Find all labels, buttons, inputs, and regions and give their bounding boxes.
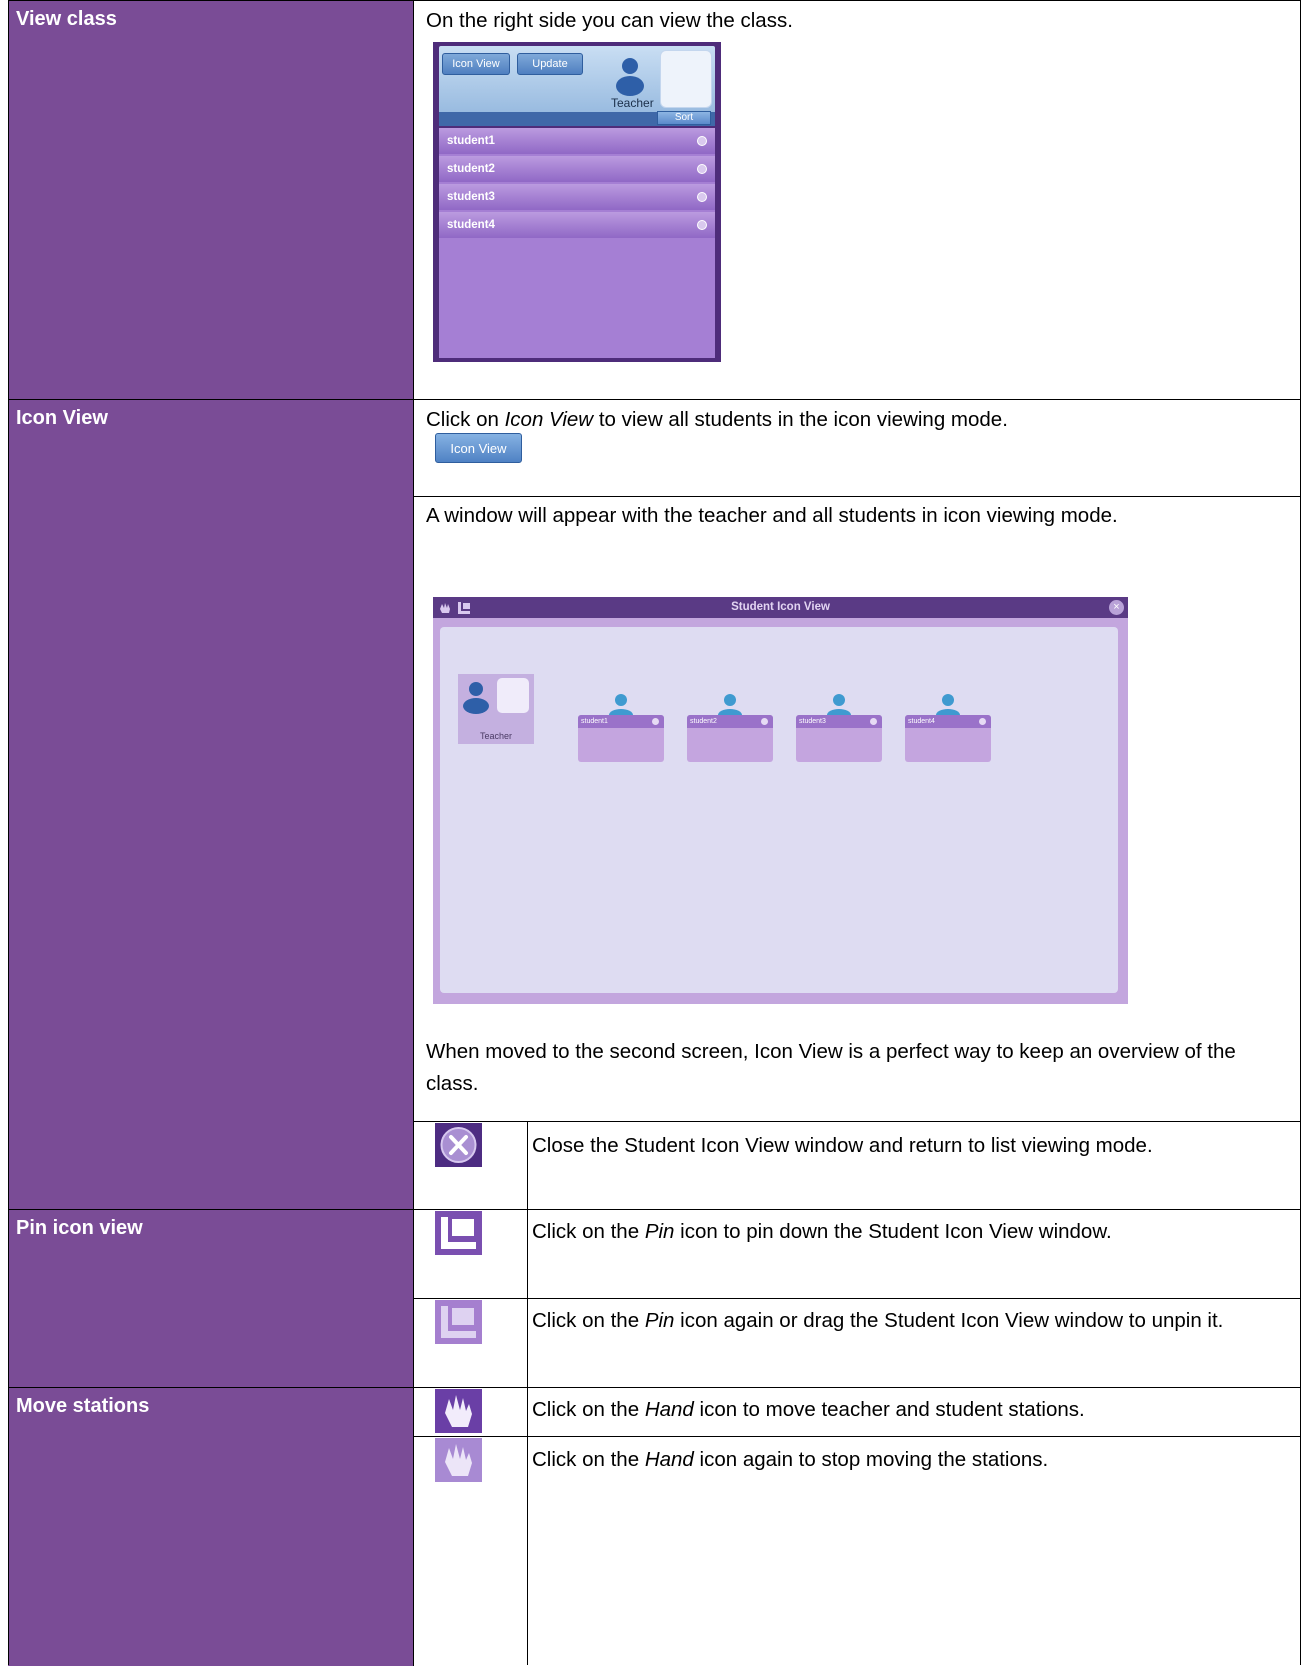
sort-bar: Sort bbox=[439, 111, 715, 126]
teacher-label: Teacher bbox=[611, 96, 654, 110]
icon-view-text: Click on Icon View to view all students … bbox=[426, 408, 1008, 431]
divider bbox=[414, 1298, 1301, 1299]
arrow-icon[interactable] bbox=[697, 164, 707, 174]
pin-icon[interactable] bbox=[435, 1300, 482, 1344]
update-button[interactable]: Update bbox=[517, 53, 583, 75]
close-icon[interactable]: × bbox=[1109, 600, 1124, 615]
teacher-station[interactable]: Teacher bbox=[458, 674, 534, 744]
row-label-cell: View class bbox=[8, 1, 414, 400]
close-icon[interactable] bbox=[435, 1123, 482, 1167]
row-label: Icon View bbox=[16, 407, 108, 429]
student-station[interactable]: student3 bbox=[796, 687, 882, 769]
hand-icon[interactable] bbox=[435, 1438, 482, 1482]
arrow-icon[interactable] bbox=[652, 718, 659, 725]
row-label: Move stations bbox=[16, 1395, 150, 1417]
window-text: A window will appear with the teacher an… bbox=[426, 504, 1118, 527]
close-text: Close the Student Icon View window and r… bbox=[532, 1134, 1153, 1157]
row-label-cell: Icon View bbox=[8, 400, 414, 1210]
column-divider bbox=[413, 0, 414, 1665]
teacher-avatar-icon bbox=[616, 58, 644, 96]
student-list-item[interactable]: student4 bbox=[439, 212, 715, 238]
student-card: student3 bbox=[796, 715, 882, 762]
arrow-icon[interactable] bbox=[697, 220, 707, 230]
student-card: student2 bbox=[687, 715, 773, 762]
row-label-cell: Move stations bbox=[8, 1388, 414, 1666]
arrow-icon[interactable] bbox=[697, 136, 707, 146]
divider bbox=[414, 1436, 1301, 1437]
document-table: View class On the right side you can vie… bbox=[8, 0, 1301, 1666]
stop-text: Click on the Hand icon again to stop mov… bbox=[532, 1448, 1049, 1471]
window-title-bar[interactable]: Student Icon View × bbox=[433, 597, 1128, 618]
class-panel-screenshot: Icon View Update Teacher Sort student1 s… bbox=[433, 42, 721, 362]
table-border bbox=[8, 0, 9, 1665]
row-label: Pin icon view bbox=[16, 1217, 143, 1239]
icon-view-button[interactable]: Icon View bbox=[435, 433, 522, 463]
window-title: Student Icon View bbox=[731, 601, 830, 613]
student-name: student2 bbox=[447, 163, 495, 175]
icon-view-area: Teacher student1 student2 student3 stude… bbox=[440, 627, 1118, 993]
divider bbox=[414, 1121, 1301, 1122]
student-icon-view-window: Student Icon View × Teacher student1 stu… bbox=[433, 597, 1128, 1004]
student-list-item[interactable]: student2 bbox=[439, 156, 715, 182]
pin-icon[interactable] bbox=[435, 1211, 482, 1255]
row-label-cell: Pin icon view bbox=[8, 1210, 414, 1388]
pin-text: Click on the Pin icon to pin down the St… bbox=[532, 1220, 1112, 1243]
arrow-icon[interactable] bbox=[870, 718, 877, 725]
student-list-item[interactable]: student3 bbox=[439, 184, 715, 210]
sort-button[interactable]: Sort bbox=[657, 111, 711, 125]
row-move-stations: Move stations bbox=[8, 1387, 1301, 1666]
unpin-text: Click on the Pin icon again or drag the … bbox=[532, 1309, 1224, 1332]
teacher-screen-thumb bbox=[660, 50, 712, 108]
move-text: Click on the Hand icon to move teacher a… bbox=[532, 1398, 1085, 1421]
arrow-icon[interactable] bbox=[697, 192, 707, 202]
student-name: student4 bbox=[447, 219, 495, 231]
row-label: View class bbox=[16, 8, 117, 30]
student-station[interactable]: student2 bbox=[687, 687, 773, 769]
teacher-label: Teacher bbox=[479, 731, 513, 741]
student-card: student4 bbox=[905, 715, 991, 762]
student-name: student1 bbox=[447, 135, 495, 147]
overview-text: When moved to the second screen, Icon Vi… bbox=[426, 1040, 1236, 1095]
icon-view-button[interactable]: Icon View bbox=[442, 53, 510, 75]
arrow-icon[interactable] bbox=[979, 718, 986, 725]
class-panel-header: Icon View Update Teacher Sort bbox=[439, 46, 715, 126]
view-class-text: On the right side you can view the class… bbox=[426, 9, 793, 32]
hand-icon[interactable] bbox=[435, 1389, 482, 1433]
student-list-item[interactable]: student1 bbox=[439, 128, 715, 154]
student-name: student3 bbox=[447, 191, 495, 203]
teacher-screen-thumb bbox=[497, 678, 529, 713]
row-content-cell: On the right side you can view the class… bbox=[414, 1, 1301, 40]
teacher-avatar-icon bbox=[463, 682, 489, 714]
student-station[interactable]: student4 bbox=[905, 687, 991, 769]
student-list: student1 student2 student3 student4 bbox=[439, 128, 715, 358]
row-content-cell: Click on Icon View to view all students … bbox=[414, 400, 1301, 439]
arrow-icon[interactable] bbox=[761, 718, 768, 725]
student-card: student1 bbox=[578, 715, 664, 762]
student-station[interactable]: student1 bbox=[578, 687, 664, 769]
